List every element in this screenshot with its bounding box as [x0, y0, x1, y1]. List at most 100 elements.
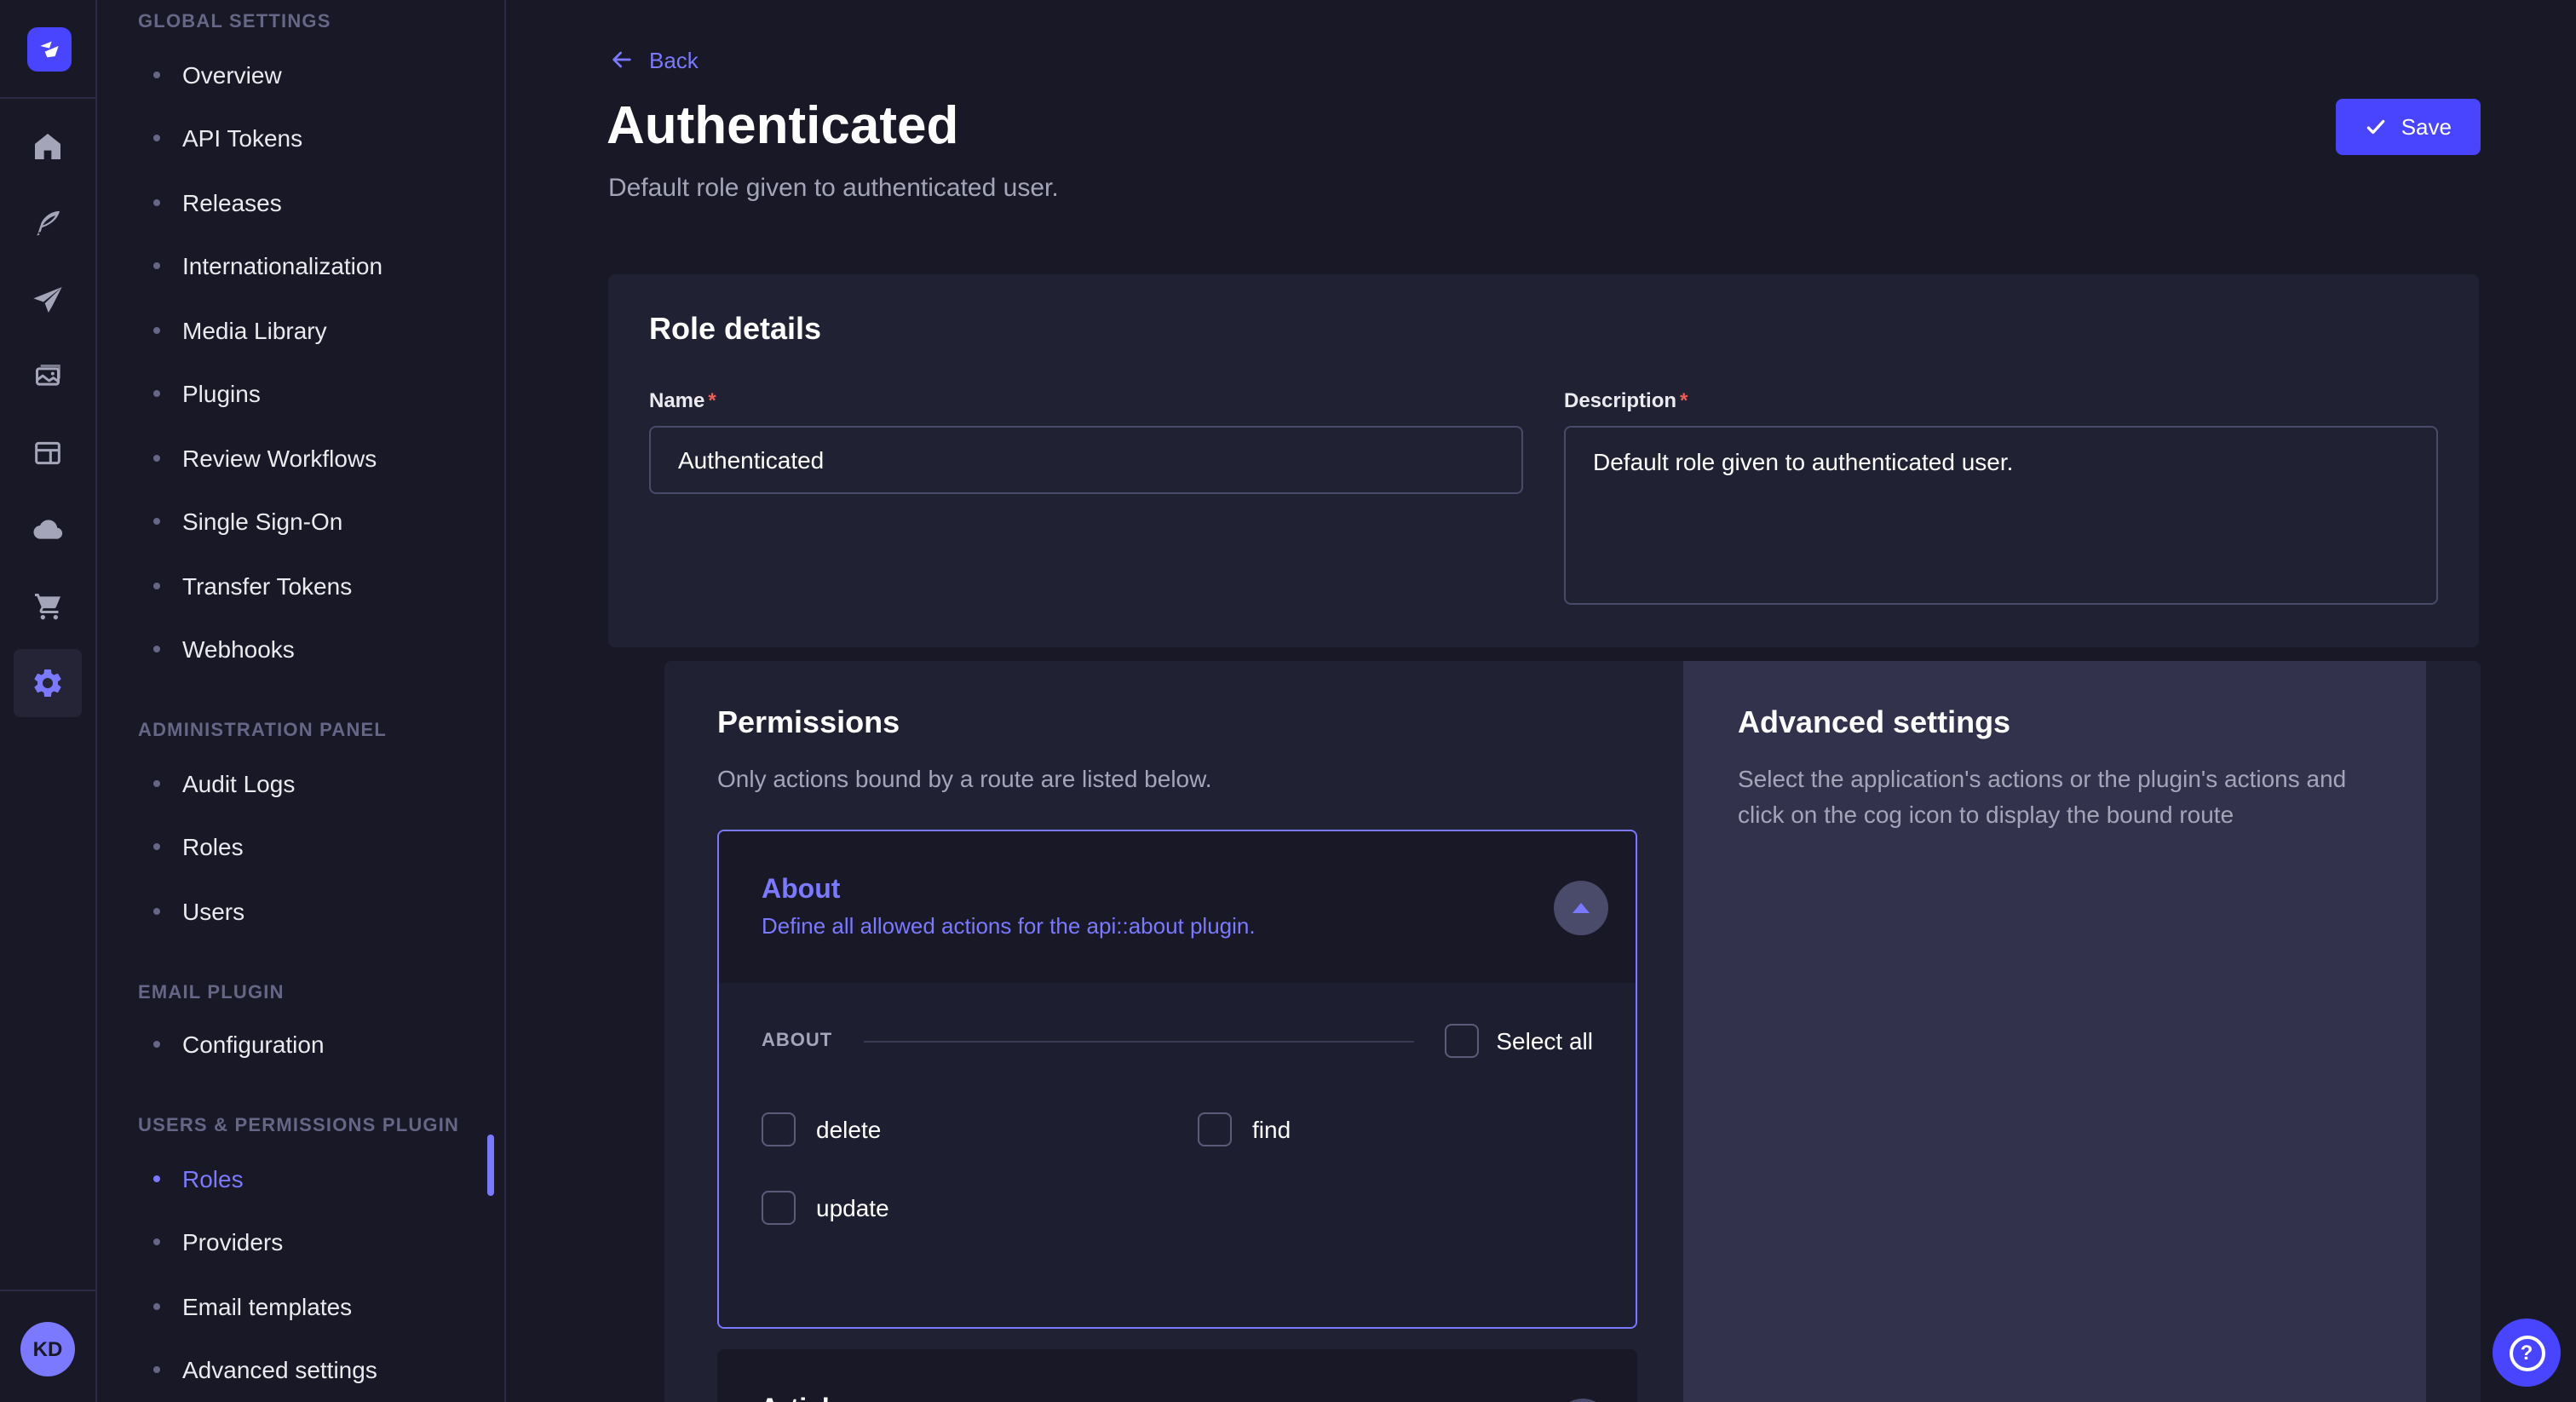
advanced-settings-panel: Advanced settings Select the application…	[1683, 661, 2426, 1402]
sidebar-item-label: Overview	[182, 61, 282, 89]
sidebar-item-up-roles[interactable]: Roles	[97, 1146, 504, 1210]
sidebar-item-email-templates[interactable]: Email templates	[97, 1274, 504, 1338]
permission-update: update	[762, 1191, 1198, 1225]
find-checkbox[interactable]	[1198, 1112, 1232, 1146]
bullet-dot	[153, 583, 160, 589]
content-manager-layout-icon[interactable]	[14, 419, 82, 487]
sidebar-item-users[interactable]: Users	[97, 879, 504, 943]
about-group-row: ABOUT Select all	[762, 1024, 1593, 1058]
bullet-dot	[153, 1239, 160, 1246]
bullet-dot	[153, 780, 160, 787]
about-accordion-body: ABOUT Select all delete	[719, 983, 1636, 1329]
sidebar-item-internationalization[interactable]: Internationalization	[97, 234, 504, 298]
article-accordion-header[interactable]: Article Define all allowed actions for t…	[717, 1349, 1637, 1402]
sidebar-item-admin-roles[interactable]: Roles	[97, 815, 504, 879]
delete-checkbox[interactable]	[762, 1112, 796, 1146]
sidebar-item-label: Providers	[182, 1229, 283, 1256]
user-avatar[interactable]: KD	[20, 1322, 75, 1376]
sidebar-item-label: Webhooks	[182, 636, 295, 664]
sidebar-item-configuration[interactable]: Configuration	[97, 1013, 504, 1077]
description-field-group: Description* Default role given to authe…	[1564, 388, 2438, 613]
description-textarea[interactable]: Default role given to authenticated user…	[1564, 426, 2438, 605]
sidebar-item-transfer-tokens[interactable]: Transfer Tokens	[97, 554, 504, 618]
sidebar-section-global-settings: GLOBAL SETTINGS	[97, 0, 504, 43]
sidebar-item-media-library[interactable]: Media Library	[97, 298, 504, 362]
permissions-column: Permissions Only actions bound by a rout…	[664, 661, 1683, 1402]
settings-sidebar: GLOBAL SETTINGS Overview API Tokens Rele…	[97, 0, 506, 1402]
rail-divider	[0, 97, 95, 99]
permission-find: find	[1198, 1112, 1593, 1146]
question-mark-icon: ?	[2509, 1335, 2544, 1370]
delete-label: delete	[816, 1116, 881, 1143]
sidebar-item-single-sign-on[interactable]: Single Sign-On	[97, 490, 504, 554]
permissions-subtitle: Only actions bound by a route are listed…	[717, 761, 1683, 797]
arrow-left-icon	[608, 46, 635, 73]
main-content: Back Authenticated Default role given to…	[506, 0, 2576, 1402]
rail-icon-list	[0, 112, 95, 726]
description-label: Description*	[1564, 388, 2438, 412]
help-button[interactable]: ?	[2493, 1319, 2561, 1387]
sidebar-item-plugins[interactable]: Plugins	[97, 362, 504, 426]
bullet-dot	[153, 1042, 160, 1049]
about-accordion-description: Define all allowed actions for the api::…	[762, 913, 1554, 939]
permissions-title: Permissions	[717, 705, 1683, 741]
back-link[interactable]: Back	[608, 46, 699, 73]
sidebar-item-label: Roles	[182, 1165, 244, 1192]
permission-checkbox-grid: delete find update	[762, 1112, 1593, 1225]
sidebar-item-advanced-settings[interactable]: Advanced settings	[97, 1338, 504, 1402]
update-checkbox[interactable]	[762, 1191, 796, 1225]
marketplace-cart-icon[interactable]	[14, 572, 82, 641]
select-all-checkbox[interactable]	[1445, 1024, 1479, 1058]
sidebar-item-label: Users	[182, 898, 244, 925]
sidebar-item-webhooks[interactable]: Webhooks	[97, 618, 504, 681]
sidebar-item-label: Review Workflows	[182, 445, 377, 472]
rail-bottom-divider	[0, 1290, 95, 1291]
sidebar-item-audit-logs[interactable]: Audit Logs	[97, 751, 504, 815]
content-builder-feather-icon[interactable]	[14, 189, 82, 257]
sidebar-item-label: Transfer Tokens	[182, 572, 352, 600]
sidebar-item-providers[interactable]: Providers	[97, 1210, 504, 1274]
sidebar-item-label: Single Sign-On	[182, 509, 342, 536]
back-label: Back	[649, 47, 699, 72]
bullet-dot	[153, 199, 160, 206]
collapse-button[interactable]	[1554, 880, 1608, 934]
sidebar-list-admin: Audit Logs Roles Users	[97, 751, 504, 943]
select-all-label: Select all	[1496, 1027, 1593, 1054]
strapi-logo[interactable]	[27, 27, 72, 72]
sidebar-item-label: Configuration	[182, 1031, 325, 1059]
expand-button[interactable]	[1555, 1399, 1610, 1402]
bullet-dot	[153, 908, 160, 915]
name-input[interactable]	[649, 426, 1523, 494]
home-icon[interactable]	[14, 112, 82, 181]
sidebar-item-review-workflows[interactable]: Review Workflows	[97, 426, 504, 490]
sidebar-item-releases[interactable]: Releases	[97, 170, 504, 234]
bullet-dot	[153, 263, 160, 270]
save-button[interactable]: Save	[2337, 99, 2481, 155]
bullet-dot	[153, 1367, 160, 1374]
about-accordion-header[interactable]: About Define all allowed actions for the…	[719, 831, 1636, 983]
bullet-dot	[153, 72, 160, 78]
save-label: Save	[2401, 114, 2452, 140]
cloud-icon[interactable]	[14, 496, 82, 564]
media-library-icon[interactable]	[14, 342, 82, 411]
sidebar-item-api-tokens[interactable]: API Tokens	[97, 106, 504, 170]
about-group-label: ABOUT	[762, 1031, 832, 1051]
page-title: Authenticated	[607, 95, 958, 157]
sidebar-item-overview[interactable]: Overview	[97, 43, 504, 106]
required-asterisk: *	[1680, 388, 1688, 412]
bullet-dot	[153, 1303, 160, 1310]
bullet-dot	[153, 135, 160, 142]
required-asterisk: *	[708, 388, 716, 412]
sidebar-list-users-permissions: Roles Providers Email templates Advanced…	[97, 1146, 504, 1402]
permission-delete: delete	[762, 1112, 1198, 1146]
deploy-paper-plane-icon[interactable]	[14, 266, 82, 334]
sidebar-section-administration-panel: ADMINISTRATION PANEL	[97, 709, 504, 751]
name-label: Name*	[649, 388, 1523, 412]
bullet-dot	[153, 327, 160, 334]
strapi-logo-glyph	[36, 36, 63, 63]
about-accordion-text: About Define all allowed actions for the…	[762, 876, 1554, 939]
sidebar-section-email-plugin: EMAIL PLUGIN	[97, 970, 504, 1013]
settings-gear-icon[interactable]	[14, 649, 82, 717]
sidebar-section-users-permissions-plugin: USERS & PERMISSIONS PLUGIN	[97, 1104, 504, 1146]
bullet-dot	[153, 519, 160, 526]
